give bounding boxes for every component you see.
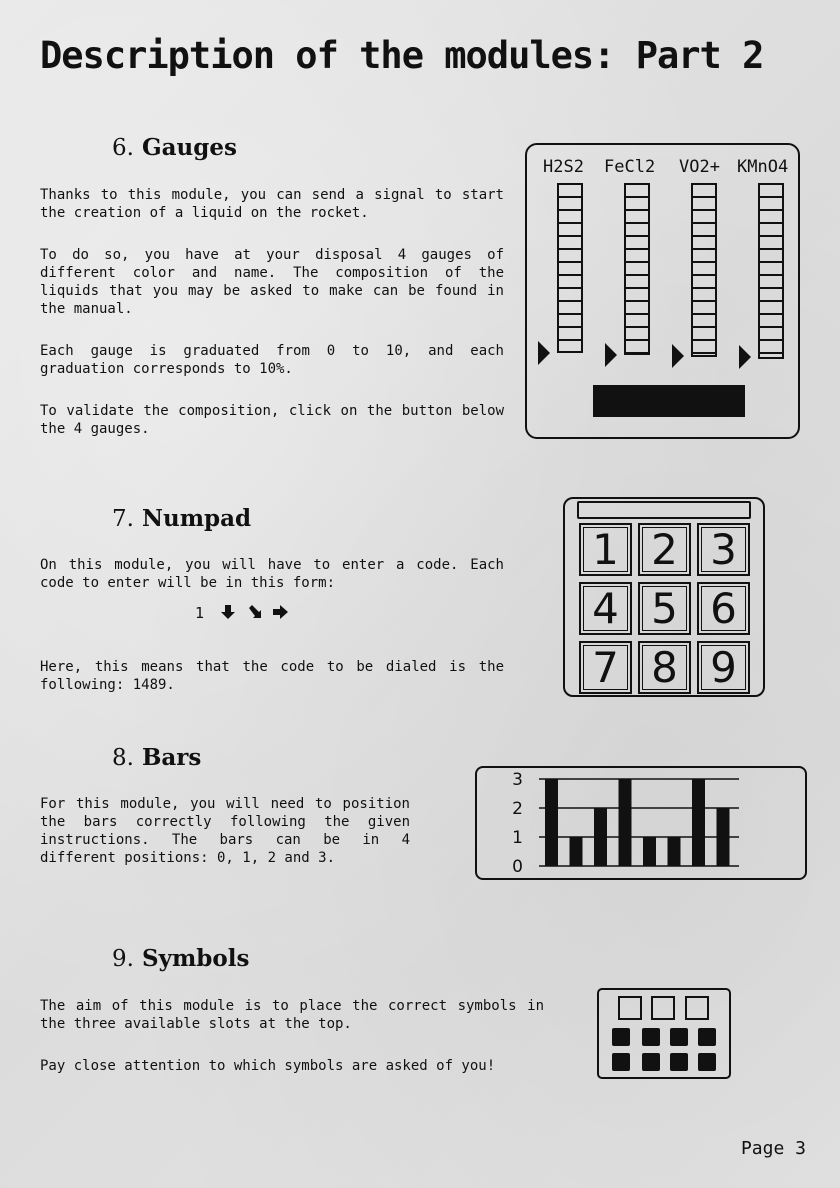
numpad-key-7: 7 xyxy=(579,641,632,694)
symbol-slot xyxy=(651,996,675,1020)
symbol-tile xyxy=(670,1028,688,1046)
code-example-arrows xyxy=(221,605,289,619)
page-number: Page 3 xyxy=(740,1138,806,1159)
bars-axis-tick: 1 xyxy=(512,828,523,848)
gauge-pointer-icon xyxy=(672,344,684,368)
symbols-paragraph-2: Pay close attention to which symbols are… xyxy=(40,1058,496,1074)
gauges-paragraph-2: To do so, you have at your disposal 4 ga… xyxy=(40,247,504,317)
gauge-h2s2 xyxy=(557,183,583,353)
symbol-tile xyxy=(612,1053,630,1071)
bars-graphic: 0 1 2 3 xyxy=(512,770,739,877)
bar-mark xyxy=(618,779,632,866)
gauge-label-kmno4: KMnO4 xyxy=(737,157,789,177)
section-heading-numpad: 7. Numpad xyxy=(112,505,251,532)
gauges-paragraph-3: Each gauge is graduated from 0 to 10, an… xyxy=(40,343,504,377)
bar-mark xyxy=(667,837,681,866)
bar-mark xyxy=(692,779,705,866)
numpad-key-1: 1 xyxy=(579,523,632,576)
gauge-vo2 xyxy=(691,183,717,357)
numpad-key-8: 8 xyxy=(638,641,691,694)
numpad-module-illustration: 1 2 3 4 5 6 7 8 9 xyxy=(563,497,765,697)
section-heading-gauges: 6. Gauges xyxy=(112,134,237,161)
gauge-validate-button xyxy=(593,385,745,417)
bars-axis-tick: 2 xyxy=(512,799,523,819)
numpad-key-3: 3 xyxy=(697,523,750,576)
section-title: Numpad xyxy=(141,505,252,532)
bar-mark xyxy=(594,808,607,866)
numpad-paragraph-1: On this module, you will have to enter a… xyxy=(40,557,504,591)
numpad-key-5: 5 xyxy=(638,582,691,635)
symbol-tile xyxy=(642,1028,660,1046)
code-example-digit: 1 xyxy=(195,604,205,622)
gauge-label-fecl2: FeCl2 xyxy=(604,157,656,177)
right-arrow-icon xyxy=(273,605,289,619)
section-heading-bars: 8. Bars xyxy=(112,744,201,771)
section-number: 7. xyxy=(112,506,134,532)
symbol-tile xyxy=(642,1053,660,1071)
gauge-label-h2s2: H2S2 xyxy=(543,157,584,177)
symbols-module-illustration xyxy=(597,988,731,1079)
numpad-paragraph-2: Here, this means that the code to be dia… xyxy=(40,659,504,693)
symbol-slot xyxy=(618,996,642,1020)
section-number: 8. xyxy=(112,745,134,771)
symbol-slot xyxy=(685,996,709,1020)
gauge-fecl2 xyxy=(624,183,650,355)
down-right-arrow-icon xyxy=(249,605,262,618)
numpad-key-6: 6 xyxy=(697,582,750,635)
numpad-key-2: 2 xyxy=(638,523,691,576)
numpad-key-9: 9 xyxy=(697,641,750,694)
section-number: 9. xyxy=(112,946,134,972)
code-example: 1 xyxy=(195,604,301,622)
gauge-kmno4 xyxy=(758,183,784,359)
section-title: Bars xyxy=(141,744,202,771)
symbol-tile xyxy=(612,1028,630,1046)
section-title: Symbols xyxy=(141,945,250,972)
bar-mark xyxy=(643,837,656,866)
symbols-paragraph-1: The aim of this module is to place the c… xyxy=(40,998,544,1032)
section-number: 6. xyxy=(112,135,134,161)
numpad-display xyxy=(577,501,751,519)
gauges-paragraph-1: Thanks to this module, you can send a si… xyxy=(40,187,504,221)
gauges-module-illustration: H2S2 FeCl2 VO2+ KMnO4 xyxy=(525,143,800,439)
bar-mark xyxy=(569,837,583,866)
numpad-key-4: 4 xyxy=(579,582,632,635)
gauge-pointer-icon xyxy=(605,343,617,367)
section-title: Gauges xyxy=(141,134,237,161)
bars-module-illustration: 0 1 2 3 xyxy=(475,766,807,880)
symbol-tile xyxy=(698,1028,716,1046)
bars-paragraph-1: For this module, you will need to positi… xyxy=(40,796,410,866)
section-heading-symbols: 9. Symbols xyxy=(112,945,249,972)
symbol-tile xyxy=(698,1053,716,1071)
bars-axis-tick: 0 xyxy=(512,857,523,877)
bar-mark xyxy=(545,779,558,866)
bars-axis-tick: 3 xyxy=(512,770,523,790)
down-arrow-icon xyxy=(221,605,236,619)
gauge-pointer-icon xyxy=(739,345,751,369)
symbol-tile xyxy=(670,1053,688,1071)
gauge-pointer-icon xyxy=(538,341,550,365)
gauge-label-vo2: VO2+ xyxy=(679,157,720,177)
bar-mark xyxy=(716,808,730,866)
gauges-paragraph-4: To validate the composition, click on th… xyxy=(40,403,504,437)
page-title: Description of the modules: Part 2 xyxy=(40,34,764,77)
